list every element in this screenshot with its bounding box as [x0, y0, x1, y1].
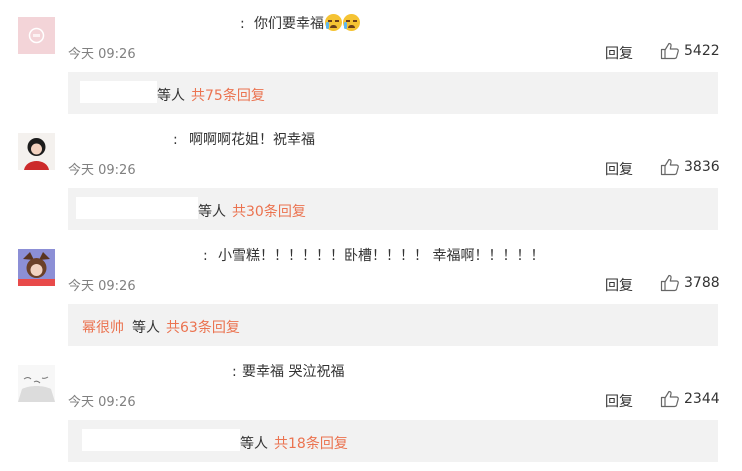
replier-names-masked[interactable] — [80, 81, 157, 103]
thumbs-up-icon — [660, 158, 679, 176]
like-count: 5422 — [684, 43, 720, 59]
reply-button[interactable]: 回复 — [605, 43, 633, 63]
reply-button[interactable]: 回复 — [605, 391, 633, 411]
like-count: 3788 — [684, 275, 720, 291]
avatar[interactable] — [18, 365, 55, 402]
timestamp: 今天 09:26 — [68, 279, 136, 294]
comment-text: 小雪糕！！！！！！卧槽！！！！ 幸福啊！！！！！ — [218, 248, 545, 264]
like-count: 3836 — [684, 159, 720, 175]
avatar[interactable] — [18, 133, 55, 170]
comment-item: : 要幸福 哭泣祝福 今天 09:26 回复 2344 等人 共18条回复 — [0, 348, 742, 464]
comment-feed: : 你们要幸福 今天 09:26 回复 5422 等人 共75条回复 : 啊啊啊… — [0, 0, 742, 471]
view-replies-link[interactable]: 共30条回复 — [232, 201, 306, 221]
colon: : — [240, 16, 245, 32]
reply-summary-etc: 等人 — [240, 436, 268, 452]
username-masked[interactable] — [64, 12, 238, 36]
comment-text: 啊啊啊花姐！祝幸福 — [189, 132, 315, 148]
colon: : — [203, 248, 208, 264]
comment-item: : 小雪糕！！！！！！卧槽！！！！ 幸福啊！！！！！ 今天 09:26 回复 3… — [0, 232, 742, 348]
view-replies-link[interactable]: 共75条回复 — [191, 85, 265, 105]
like-count: 2344 — [684, 391, 720, 407]
avatar[interactable] — [18, 249, 55, 286]
reply-summary-etc: 等人 — [157, 88, 185, 104]
reply-summary: 等人 共30条回复 — [68, 188, 718, 230]
view-replies-link[interactable]: 共63条回复 — [166, 317, 240, 337]
reply-summary: 等人 共18条回复 — [68, 420, 718, 462]
reply-summary: 幂很帅 等人 共63条回复 — [68, 304, 718, 346]
colon: : — [232, 364, 237, 380]
timestamp: 今天 09:26 — [68, 47, 136, 62]
comment-text: 你们要幸福 — [254, 14, 360, 34]
comment-item: : 你们要幸福 今天 09:26 回复 5422 等人 共75条回复 — [0, 0, 742, 116]
thumbs-up-icon — [660, 390, 679, 408]
reply-summary-etc: 等人 — [132, 320, 160, 336]
replier-name-link[interactable]: 幂很帅 — [82, 317, 124, 337]
thumbs-up-icon — [660, 274, 679, 292]
colon: : — [173, 132, 178, 148]
reply-summary-etc: 等人 — [198, 204, 226, 220]
comment-item: : 啊啊啊花姐！祝幸福 今天 09:26 回复 3836 等人 共30条回复 — [0, 116, 742, 232]
username-masked[interactable] — [64, 360, 230, 384]
username-masked[interactable] — [64, 128, 172, 152]
comment-text: 要幸福 哭泣祝福 — [242, 364, 345, 380]
thumbs-up-icon — [660, 42, 679, 60]
view-replies-link[interactable]: 共18条回复 — [274, 433, 348, 453]
timestamp: 今天 09:26 — [68, 395, 136, 410]
timestamp: 今天 09:26 — [68, 163, 136, 178]
reply-button[interactable]: 回复 — [605, 159, 633, 179]
replier-names-masked[interactable] — [82, 429, 240, 451]
avatar[interactable] — [18, 17, 55, 54]
crying-face-emoji — [325, 14, 342, 31]
reply-summary: 等人 共75条回复 — [68, 72, 718, 114]
crying-face-emoji — [343, 14, 360, 31]
username-masked[interactable] — [64, 244, 200, 268]
reply-button[interactable]: 回复 — [605, 275, 633, 295]
replier-names-masked[interactable] — [76, 197, 198, 219]
